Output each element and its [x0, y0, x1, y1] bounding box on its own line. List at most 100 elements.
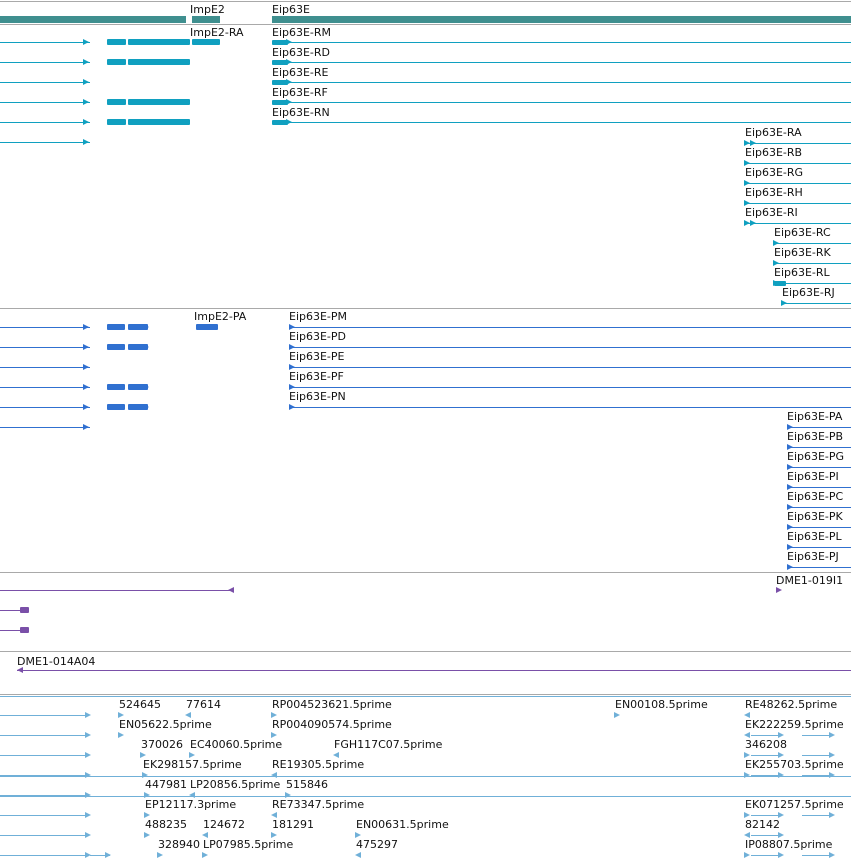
est-label[interactable]: 524645 [119, 698, 161, 711]
transcript-exon[interactable] [128, 119, 190, 125]
est-strand-arrow[interactable] [202, 852, 208, 858]
protein-strand-arrow[interactable] [83, 364, 89, 370]
est-strand-arrow[interactable] [829, 852, 835, 858]
transcript-label[interactable]: Eip63E-RM [272, 26, 331, 39]
est-line[interactable] [0, 735, 88, 736]
protein-strand-arrow[interactable] [83, 424, 89, 430]
est-strand-arrow[interactable] [744, 852, 750, 858]
est-line[interactable] [751, 855, 781, 856]
est-label[interactable]: EN05622.5prime [119, 718, 212, 731]
est-line[interactable] [751, 735, 781, 736]
transcript-exon[interactable] [107, 59, 126, 65]
est-label[interactable]: 475297 [356, 838, 398, 851]
est-strand-arrow[interactable] [85, 792, 91, 798]
transcript-exon[interactable] [192, 39, 220, 45]
est-line[interactable] [0, 696, 851, 697]
transcript-intron[interactable] [0, 82, 90, 83]
est-line[interactable] [802, 855, 832, 856]
clone-end-arrow[interactable] [776, 587, 782, 593]
est-label[interactable]: LP07985.5prime [203, 838, 293, 851]
est-strand-arrow[interactable] [105, 852, 111, 858]
protein-strand-arrow[interactable] [143, 344, 149, 350]
est-label[interactable]: EN00108.5prime [615, 698, 708, 711]
transcript-intron[interactable] [774, 243, 851, 244]
est-strand-arrow[interactable] [355, 852, 361, 858]
transcript-intron[interactable] [0, 122, 90, 123]
protein-strand-arrow[interactable] [83, 384, 89, 390]
transcript-label[interactable]: Eip63E-RL [774, 266, 830, 279]
est-strand-arrow[interactable] [85, 772, 91, 778]
est-strand-arrow[interactable] [829, 812, 835, 818]
est-strand-arrow[interactable] [157, 852, 163, 858]
protein-label[interactable]: Eip63E-PD [289, 330, 346, 343]
protein-segment[interactable] [107, 404, 125, 410]
est-line[interactable] [802, 755, 832, 756]
gene-label-impe2[interactable]: ImpE2 [190, 3, 225, 16]
est-label[interactable]: EK071257.5prime [745, 798, 844, 811]
transcript-strand-arrow[interactable] [83, 119, 89, 125]
clone-end[interactable] [20, 607, 29, 613]
transcript-strand-arrow[interactable] [750, 220, 756, 226]
transcript-intron[interactable] [782, 303, 851, 304]
est-line[interactable] [0, 715, 88, 716]
est-line[interactable] [751, 775, 781, 776]
clone-label[interactable]: DME1-019I1 [776, 574, 843, 587]
protein-line[interactable] [787, 427, 851, 428]
transcript-exon[interactable] [107, 119, 126, 125]
est-label[interactable]: EK298157.5prime [143, 758, 242, 771]
transcript-strand-arrow[interactable] [83, 39, 89, 45]
est-label[interactable]: 77614 [186, 698, 221, 711]
transcript-label[interactable]: Eip63E-RH [745, 186, 803, 199]
protein-label[interactable]: Eip63E-PN [289, 390, 346, 403]
protein-line[interactable] [289, 407, 851, 408]
protein-strand-arrow[interactable] [289, 404, 295, 410]
protein-line[interactable] [0, 387, 90, 388]
est-line[interactable] [0, 835, 88, 836]
protein-label[interactable]: ImpE2-PA [194, 310, 246, 323]
transcript-intron[interactable] [745, 223, 851, 224]
est-label[interactable]: IP08807.5prime [745, 838, 832, 851]
protein-line[interactable] [787, 567, 851, 568]
est-line[interactable] [802, 775, 832, 776]
est-strand-arrow[interactable] [144, 832, 150, 838]
protein-segment[interactable] [196, 324, 218, 330]
transcript-intron[interactable] [272, 42, 851, 43]
est-label[interactable]: 488235 [145, 818, 187, 831]
transcript-label[interactable]: Eip63E-RF [272, 86, 328, 99]
protein-line[interactable] [289, 387, 851, 388]
transcript-strand-arrow[interactable] [83, 59, 89, 65]
est-label[interactable]: 124672 [203, 818, 245, 831]
protein-strand-arrow[interactable] [143, 384, 149, 390]
est-line[interactable] [802, 815, 832, 816]
est-label[interactable]: LP20856.5prime [190, 778, 280, 791]
est-label[interactable]: EC40060.5prime [190, 738, 282, 751]
est-label[interactable]: 82142 [745, 818, 780, 831]
est-strand-arrow[interactable] [778, 732, 784, 738]
est-strand-arrow[interactable] [829, 732, 835, 738]
transcript-strand-arrow[interactable] [781, 300, 787, 306]
transcript-exon[interactable] [128, 99, 190, 105]
clone-line[interactable] [17, 670, 851, 671]
est-strand-arrow[interactable] [118, 732, 124, 738]
est-strand-arrow[interactable] [85, 732, 91, 738]
transcript-strand-arrow[interactable] [286, 119, 292, 125]
protein-label[interactable]: Eip63E-PG [787, 450, 844, 463]
protein-label[interactable]: Eip63E-PA [787, 410, 842, 423]
transcript-strand-arrow[interactable] [83, 139, 89, 145]
transcript-intron[interactable] [272, 122, 851, 123]
protein-line[interactable] [787, 467, 851, 468]
est-label[interactable]: EK222259.5prime [745, 718, 844, 731]
est-strand-arrow[interactable] [829, 772, 835, 778]
protein-line[interactable] [0, 347, 90, 348]
transcript-exon[interactable] [128, 59, 190, 65]
protein-line[interactable] [289, 367, 851, 368]
transcript-intron[interactable] [0, 62, 90, 63]
est-strand-arrow[interactable] [778, 852, 784, 858]
est-line[interactable] [802, 735, 832, 736]
est-label[interactable]: RE73347.5prime [272, 798, 364, 811]
protein-label[interactable]: Eip63E-PK [787, 510, 843, 523]
transcript-intron[interactable] [745, 183, 851, 184]
protein-label[interactable]: Eip63E-PB [787, 430, 843, 443]
est-line[interactable] [0, 815, 88, 816]
protein-label[interactable]: Eip63E-PF [289, 370, 344, 383]
